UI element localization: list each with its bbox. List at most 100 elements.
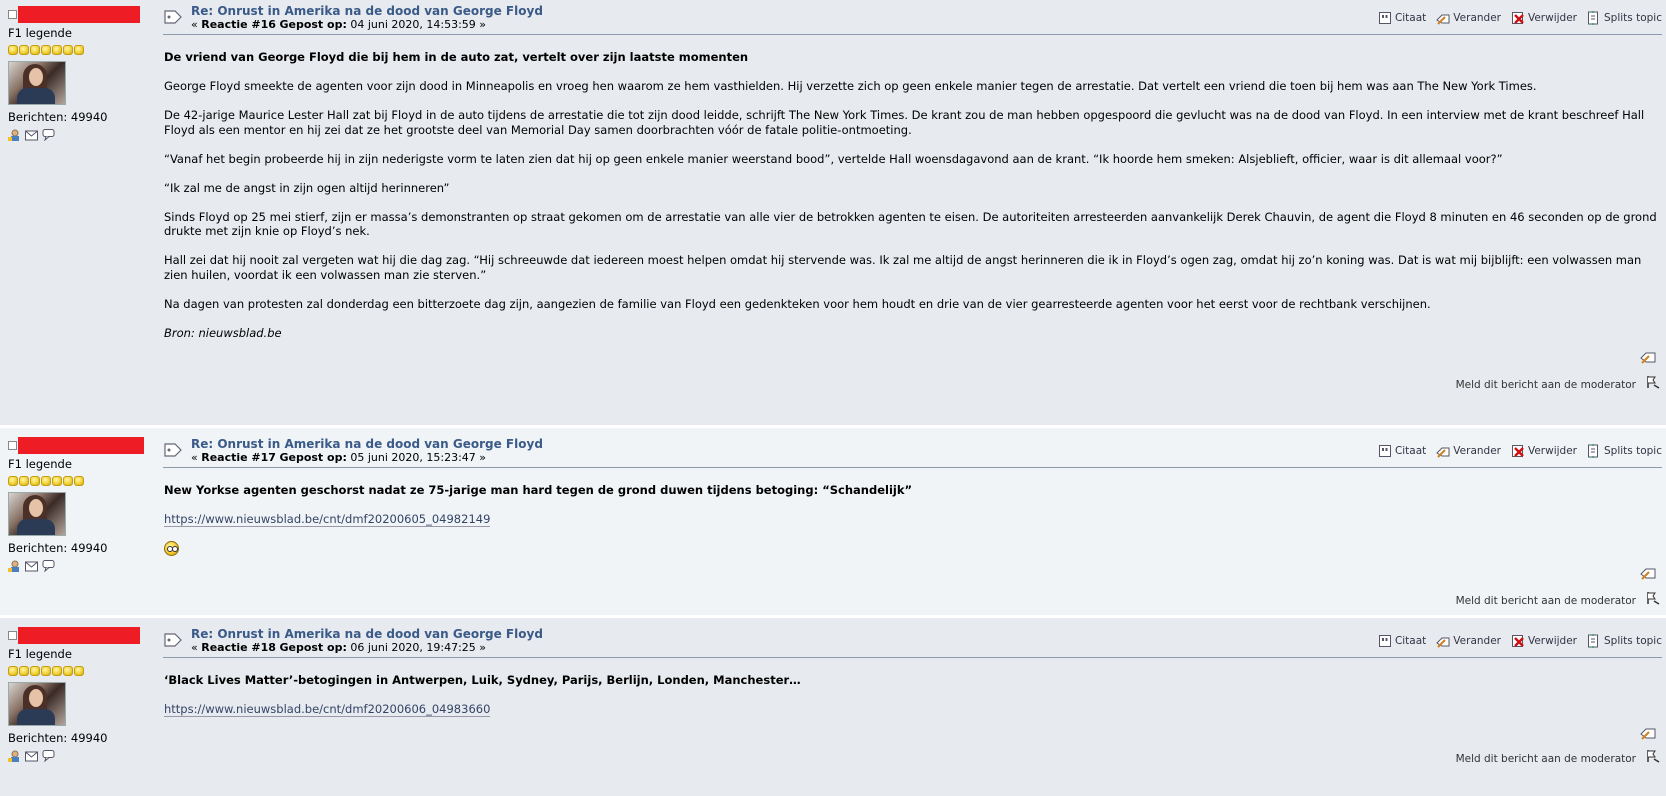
member-rank: F1 legende — [8, 647, 72, 661]
star-icon — [41, 476, 51, 486]
post-tag-icon — [164, 443, 182, 457]
quote-button[interactable]: Citaat — [1378, 634, 1426, 648]
quote-icon — [1378, 635, 1391, 647]
select-checkbox[interactable] — [8, 631, 17, 640]
star-icon — [8, 476, 18, 486]
post-headline: ‘Black Lives Matter’-betogingen in Antwe… — [164, 673, 801, 687]
posted-label: Gepost op: — [279, 451, 347, 464]
select-checkbox[interactable] — [8, 10, 17, 19]
quote-icon — [1378, 445, 1391, 457]
reply-number: Reactie #17 — [201, 451, 276, 464]
reply-number: Reactie #18 — [201, 641, 276, 654]
post-paragraph: “Ik zal me de angst in zijn ogen altijd … — [164, 180, 450, 195]
quote-button[interactable]: Citaat — [1378, 444, 1426, 458]
post-tag-icon — [164, 633, 182, 647]
post-subject-link[interactable]: Re: Onrust in Amerika na de dood van Geo… — [191, 437, 543, 451]
post-paragraph: “Vanaf het begin probeerde hij in zijn n… — [164, 151, 1503, 166]
avatar[interactable] — [8, 492, 66, 536]
poster-info: F1 legende Berichten: 49940 — [8, 6, 158, 141]
post-keyinfo: « Reactie #16 Gepost op: 04 juni 2020, 1… — [191, 18, 487, 31]
split-icon — [1588, 444, 1598, 458]
article-link[interactable]: https://www.nieuwsblad.be/cnt/dmf2020060… — [164, 512, 491, 527]
star-icon — [52, 666, 62, 676]
report-moderator-link[interactable]: Meld dit bericht aan de moderator — [1456, 753, 1636, 765]
post-18: F1 legende Berichten: 49940 Re: Onrust i… — [0, 618, 1666, 796]
redacted-username — [18, 437, 144, 454]
remove-button[interactable]: Verwijder — [1511, 11, 1577, 25]
quote-icon — [1378, 12, 1391, 24]
redacted-username — [18, 6, 140, 23]
split-button[interactable]: Splits topic — [1587, 444, 1662, 458]
report-icon[interactable] — [1646, 375, 1660, 389]
delete-icon — [1511, 445, 1524, 457]
avatar[interactable] — [8, 682, 66, 726]
post-paragraph: Na dagen van protesten zal donderdag een… — [164, 296, 1431, 311]
profile-icon[interactable] — [8, 129, 21, 141]
modify-button[interactable]: Verander — [1436, 444, 1501, 458]
post-count: Berichten: 49940 — [8, 541, 108, 555]
article-link[interactable]: https://www.nieuwsblad.be/cnt/dmf2020060… — [164, 702, 491, 717]
modify-icon — [1436, 637, 1450, 648]
star-icon — [41, 45, 51, 55]
split-icon — [1588, 634, 1598, 648]
post-headline: De vriend van George Floyd die bij hem i… — [164, 50, 749, 64]
remove-button[interactable]: Verwijder — [1511, 444, 1577, 458]
post-paragraph: George Floyd smeekte de agenten voor zij… — [164, 79, 1537, 93]
reply-number: Reactie #16 — [201, 18, 276, 31]
modify-button[interactable]: Verander — [1436, 11, 1501, 25]
quickquote-icon[interactable] — [1640, 726, 1656, 740]
redacted-username — [18, 627, 140, 644]
post-paragraph: Hall zei dat hij nooit zal vergeten wat … — [164, 253, 1642, 282]
message-icon[interactable] — [42, 560, 55, 572]
quickquote-icon[interactable] — [1640, 350, 1656, 364]
avatar[interactable] — [8, 61, 66, 105]
post-keyinfo: « Reactie #17 Gepost op: 05 juni 2020, 1… — [191, 451, 487, 464]
star-icon — [30, 666, 40, 676]
post-17: F1 legende Berichten: 49940 Re: Onrust i… — [0, 428, 1666, 618]
post-subject-link[interactable]: Re: Onrust in Amerika na de dood van Geo… — [191, 4, 543, 18]
profile-icon[interactable] — [8, 750, 21, 762]
post-header: Re: Onrust in Amerika na de dood van Geo… — [163, 4, 1662, 35]
star-icon — [74, 476, 84, 486]
email-icon[interactable] — [25, 560, 38, 572]
delete-icon — [1511, 635, 1524, 647]
quickquote-icon[interactable] — [1640, 566, 1656, 580]
report-moderator-link[interactable]: Meld dit bericht aan de moderator — [1456, 595, 1636, 607]
split-button[interactable]: Splits topic — [1587, 634, 1662, 648]
post-header: Re: Onrust in Amerika na de dood van Geo… — [163, 437, 1662, 468]
post-buttons: Citaat Verander Verwijder Splits topic — [1378, 11, 1662, 25]
report-icon[interactable] — [1646, 749, 1660, 763]
post-header: Re: Onrust in Amerika na de dood van Geo… — [163, 627, 1662, 658]
modify-icon — [1436, 14, 1450, 25]
member-rank: F1 legende — [8, 26, 72, 40]
post-paragraph: Sinds Floyd op 25 mei stierf, zijn er ma… — [164, 209, 1657, 239]
report-icon[interactable] — [1646, 591, 1660, 605]
post-body: De vriend van George Floyd die bij hem i… — [164, 50, 1660, 355]
modify-icon — [1436, 447, 1450, 458]
message-icon[interactable] — [42, 750, 55, 762]
member-rank: F1 legende — [8, 457, 72, 471]
poster-info: F1 legende Berichten: 49940 — [8, 437, 158, 572]
quote-button[interactable]: Citaat — [1378, 11, 1426, 25]
post-16: F1 legende Berichten: 49940 Re: Onrust i… — [0, 0, 1666, 428]
message-icon[interactable] — [42, 129, 55, 141]
poster-info: F1 legende Berichten: 49940 — [8, 627, 158, 762]
star-icon — [8, 45, 18, 55]
rank-stars — [8, 666, 158, 676]
report-moderator-link[interactable]: Meld dit bericht aan de moderator — [1456, 379, 1636, 391]
remove-button[interactable]: Verwijder — [1511, 634, 1577, 648]
post-keyinfo: « Reactie #18 Gepost op: 06 juni 2020, 1… — [191, 641, 487, 654]
post-buttons: Citaat Verander Verwijder Splits topic — [1378, 634, 1662, 648]
star-icon — [19, 476, 29, 486]
modify-button[interactable]: Verander — [1436, 634, 1501, 648]
select-checkbox[interactable] — [8, 441, 17, 450]
star-icon — [52, 476, 62, 486]
delete-icon — [1511, 12, 1524, 24]
post-body: New Yorkse agenten geschorst nadat ze 75… — [164, 483, 1660, 556]
profile-icon[interactable] — [8, 560, 21, 572]
email-icon[interactable] — [25, 129, 38, 141]
star-icon — [63, 666, 73, 676]
email-icon[interactable] — [25, 750, 38, 762]
split-button[interactable]: Splits topic — [1587, 11, 1662, 25]
post-subject-link[interactable]: Re: Onrust in Amerika na de dood van Geo… — [191, 627, 543, 641]
